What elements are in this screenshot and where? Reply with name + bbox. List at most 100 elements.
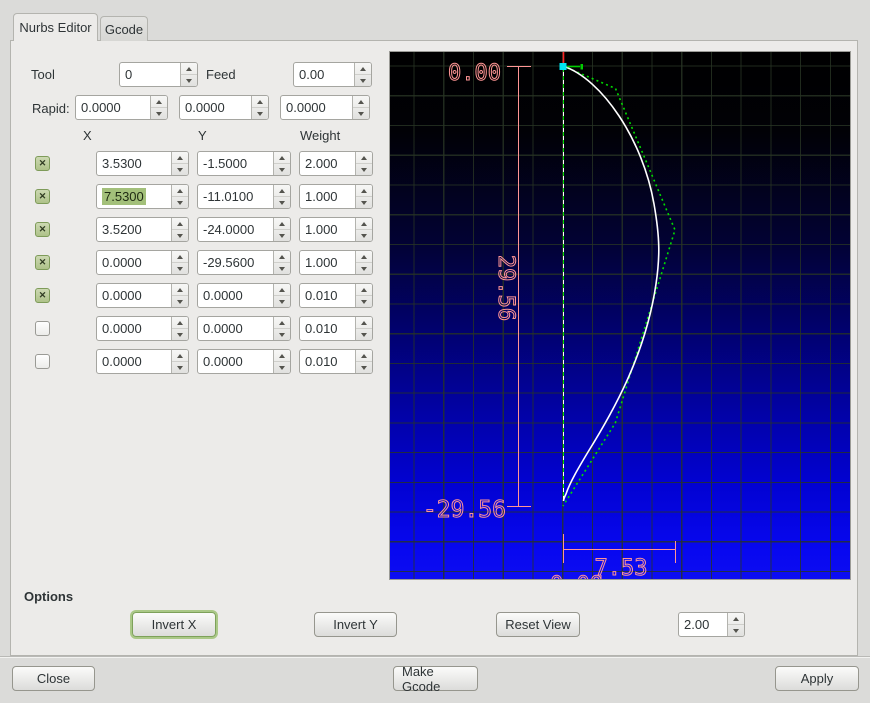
decrement-button[interactable] — [274, 328, 290, 340]
increment-button[interactable] — [353, 96, 369, 107]
decrement-button[interactable] — [728, 624, 744, 636]
decrement-button[interactable] — [274, 262, 290, 274]
point-2-y-spinbox-entry[interactable]: -11.0100 — [198, 185, 273, 208]
point-1-x-spinbox[interactable]: 3.5300 — [96, 151, 189, 176]
point-2-weight-spinbox[interactable]: 1.000 — [299, 184, 373, 209]
decrement-button[interactable] — [151, 107, 167, 119]
increment-button[interactable] — [274, 251, 290, 262]
increment-button[interactable] — [172, 185, 188, 196]
apply-button[interactable]: Apply — [775, 666, 859, 691]
point-7-weight-spinbox-entry[interactable]: 0.010 — [300, 350, 355, 373]
increment-button[interactable] — [172, 317, 188, 328]
point-5-y-spinbox-entry[interactable]: 0.0000 — [198, 284, 273, 307]
point-5-x-spinbox-entry[interactable]: 0.0000 — [97, 284, 171, 307]
point-3-weight-spinbox-entry[interactable]: 1.000 — [300, 218, 355, 241]
increment-button[interactable] — [274, 350, 290, 361]
increment-button[interactable] — [356, 317, 372, 328]
increment-button[interactable] — [181, 63, 197, 74]
point-enable-checkbox[interactable] — [35, 156, 50, 171]
decrement-button[interactable] — [356, 361, 372, 373]
tab-gcode[interactable]: Gcode — [100, 16, 148, 41]
rapid-z-spinbox[interactable]: 0.0000 — [280, 95, 370, 120]
increment-button[interactable] — [172, 218, 188, 229]
increment-button[interactable] — [172, 152, 188, 163]
point-2-x-spinbox[interactable]: 7.5300 — [96, 184, 189, 209]
point-2-weight-spinbox-entry[interactable]: 1.000 — [300, 185, 355, 208]
decrement-button[interactable] — [356, 229, 372, 241]
increment-button[interactable] — [274, 317, 290, 328]
point-7-y-spinbox-entry[interactable]: 0.0000 — [198, 350, 273, 373]
point-3-x-spinbox-entry[interactable]: 3.5200 — [97, 218, 171, 241]
point-1-weight-spinbox[interactable]: 2.000 — [299, 151, 373, 176]
point-6-y-spinbox[interactable]: 0.0000 — [197, 316, 291, 341]
point-6-x-spinbox[interactable]: 0.0000 — [96, 316, 189, 341]
point-4-y-spinbox[interactable]: -29.5600 — [197, 250, 291, 275]
increment-button[interactable] — [172, 284, 188, 295]
scale-spinbox-entry[interactable]: 2.00 — [679, 613, 727, 636]
increment-button[interactable] — [274, 284, 290, 295]
close-button[interactable]: Close — [12, 666, 95, 691]
point-1-x-spinbox-entry[interactable]: 3.5300 — [97, 152, 171, 175]
increment-button[interactable] — [274, 185, 290, 196]
rapid-z-spinbox-entry[interactable]: 0.0000 — [281, 96, 352, 119]
point-5-y-spinbox[interactable]: 0.0000 — [197, 283, 291, 308]
decrement-button[interactable] — [274, 196, 290, 208]
decrement-button[interactable] — [274, 361, 290, 373]
increment-button[interactable] — [728, 613, 744, 624]
tool-spinbox[interactable]: 0 — [119, 62, 198, 87]
increment-button[interactable] — [274, 152, 290, 163]
increment-button[interactable] — [356, 350, 372, 361]
decrement-button[interactable] — [355, 74, 371, 86]
point-3-weight-spinbox[interactable]: 1.000 — [299, 217, 373, 242]
point-4-weight-spinbox-entry[interactable]: 1.000 — [300, 251, 355, 274]
point-3-x-spinbox[interactable]: 3.5200 — [96, 217, 189, 242]
feed-spinbox-entry[interactable]: 0.00 — [294, 63, 354, 86]
decrement-button[interactable] — [353, 107, 369, 119]
point-3-y-spinbox-entry[interactable]: -24.0000 — [198, 218, 273, 241]
increment-button[interactable] — [252, 96, 268, 107]
make-gcode-button[interactable]: Make Gcode — [393, 664, 478, 694]
preview-plot[interactable]: 0.00 29.56 -29.56 7.53 0.00 — [389, 51, 851, 580]
point-enable-checkbox[interactable] — [35, 255, 50, 270]
increment-button[interactable] — [172, 251, 188, 262]
increment-button[interactable] — [172, 350, 188, 361]
increment-button[interactable] — [356, 218, 372, 229]
point-6-y-spinbox-entry[interactable]: 0.0000 — [198, 317, 273, 340]
decrement-button[interactable] — [356, 163, 372, 175]
point-3-y-spinbox[interactable]: -24.0000 — [197, 217, 291, 242]
decrement-button[interactable] — [356, 295, 372, 307]
decrement-button[interactable] — [172, 163, 188, 175]
increment-button[interactable] — [356, 284, 372, 295]
decrement-button[interactable] — [274, 229, 290, 241]
point-5-weight-spinbox-entry[interactable]: 0.010 — [300, 284, 355, 307]
increment-button[interactable] — [356, 185, 372, 196]
increment-button[interactable] — [274, 218, 290, 229]
increment-button[interactable] — [356, 251, 372, 262]
tab-nurbs-editor[interactable]: Nurbs Editor — [13, 13, 98, 41]
point-7-x-spinbox-entry[interactable]: 0.0000 — [97, 350, 171, 373]
point-4-x-spinbox[interactable]: 0.0000 — [96, 250, 189, 275]
point-enable-checkbox[interactable] — [35, 321, 50, 336]
decrement-button[interactable] — [172, 196, 188, 208]
increment-button[interactable] — [151, 96, 167, 107]
rapid-y-spinbox-entry[interactable]: 0.0000 — [180, 96, 251, 119]
decrement-button[interactable] — [356, 196, 372, 208]
invert-y-button[interactable]: Invert Y — [314, 612, 397, 637]
point-2-x-spinbox-entry[interactable]: 7.5300 — [97, 185, 171, 208]
decrement-button[interactable] — [252, 107, 268, 119]
point-1-weight-spinbox-entry[interactable]: 2.000 — [300, 152, 355, 175]
point-4-x-spinbox-entry[interactable]: 0.0000 — [97, 251, 171, 274]
decrement-button[interactable] — [356, 262, 372, 274]
increment-button[interactable] — [356, 152, 372, 163]
point-4-y-spinbox-entry[interactable]: -29.5600 — [198, 251, 273, 274]
increment-button[interactable] — [355, 63, 371, 74]
scale-spinbox[interactable]: 2.00 — [678, 612, 745, 637]
rapid-y-spinbox[interactable]: 0.0000 — [179, 95, 269, 120]
decrement-button[interactable] — [172, 262, 188, 274]
decrement-button[interactable] — [181, 74, 197, 86]
point-7-x-spinbox[interactable]: 0.0000 — [96, 349, 189, 374]
tool-spinbox-entry[interactable]: 0 — [120, 63, 180, 86]
point-enable-checkbox[interactable] — [35, 354, 50, 369]
decrement-button[interactable] — [172, 295, 188, 307]
point-1-y-spinbox[interactable]: -1.5000 — [197, 151, 291, 176]
